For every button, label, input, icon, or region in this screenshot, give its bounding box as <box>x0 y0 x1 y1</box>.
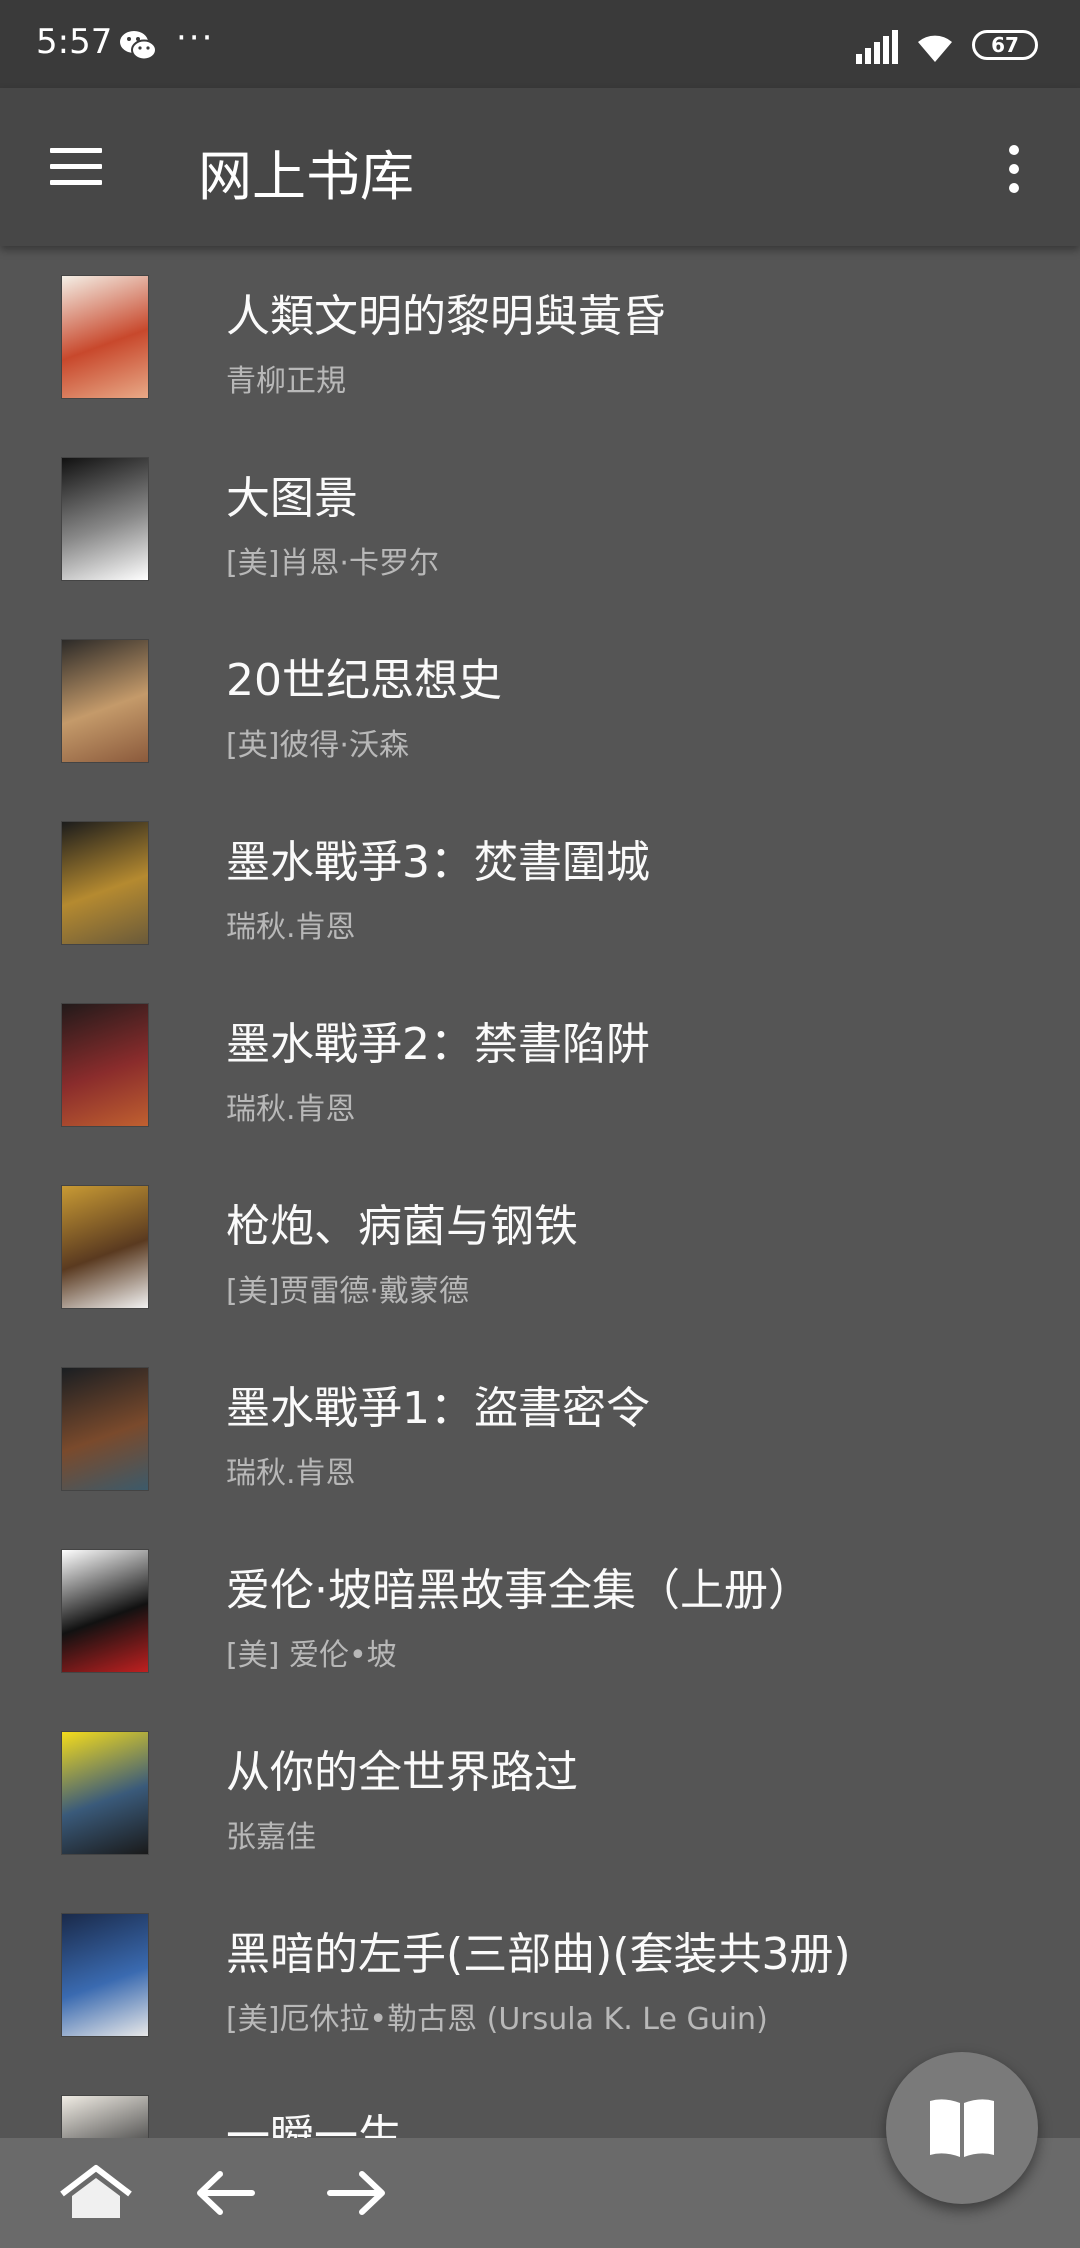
list-item[interactable]: 墨水戰爭1：盜書密令 瑞秋.肯恩 <box>0 1338 1080 1520</box>
list-item[interactable]: 大图景 [美]肖恩·卡罗尔 <box>0 428 1080 610</box>
battery-level: 67 <box>991 33 1019 57</box>
book-cover <box>62 1550 148 1672</box>
open-book-fab-button[interactable] <box>886 2052 1038 2204</box>
status-bar: 5:57 ··· 67 <box>0 0 1080 88</box>
book-title: 枪炮、病菌与钢铁 <box>226 1201 578 1252</box>
book-author: 瑞秋.肯恩 <box>226 1092 356 1127</box>
app-bar: 网上书库 <box>0 88 1080 246</box>
book-author: [英]彼得·沃森 <box>226 728 409 763</box>
book-cover <box>62 1004 148 1126</box>
book-cover <box>62 640 148 762</box>
back-arrow-icon[interactable] <box>186 2160 266 2226</box>
book-cover <box>62 1368 148 1490</box>
book-cover <box>62 458 148 580</box>
book-cover <box>62 822 148 944</box>
book-title: 从你的全世界路过 <box>226 1747 578 1798</box>
book-title: 墨水戰爭3：焚書圍城 <box>226 837 650 888</box>
book-cover <box>62 276 148 398</box>
book-author: 张嘉佳 <box>226 1820 316 1855</box>
list-item[interactable]: 枪炮、病菌与钢铁 [美]贾雷德·戴蒙德 <box>0 1156 1080 1338</box>
list-item[interactable]: 从你的全世界路过 张嘉佳 <box>0 1702 1080 1884</box>
book-title: 人類文明的黎明與黃昏 <box>226 291 666 342</box>
list-item[interactable]: 爱伦·坡暗黑故事全集（上册） [美] 爱伦•坡 <box>0 1520 1080 1702</box>
list-item[interactable]: 20世纪思想史 [英]彼得·沃森 <box>0 610 1080 792</box>
book-title: 20世纪思想史 <box>226 655 502 706</box>
status-time: 5:57 <box>36 22 113 62</box>
book-author: [美] 爱伦•坡 <box>226 1638 397 1673</box>
book-author: 瑞秋.肯恩 <box>226 1456 356 1491</box>
book-title: 爱伦·坡暗黑故事全集（上册） <box>226 1565 812 1616</box>
list-item[interactable]: 人類文明的黎明與黃昏 青柳正規 <box>0 246 1080 428</box>
book-title: 墨水戰爭2：禁書陷阱 <box>226 1019 650 1070</box>
book-author: 青柳正規 <box>226 364 346 399</box>
book-author: [美]贾雷德·戴蒙德 <box>226 1274 469 1309</box>
book-title: 黑暗的左手(三部曲)(套装共3册) <box>226 1929 851 1980</box>
book-cover <box>62 2096 148 2138</box>
more-vertical-icon[interactable] <box>996 140 1032 204</box>
status-more-dots: ··· <box>176 18 215 58</box>
page-title: 网上书库 <box>198 145 414 208</box>
open-book-icon <box>930 2099 994 2157</box>
list-item[interactable]: 黑暗的左手(三部曲)(套装共3册) [美]厄休拉•勒古恩 (Ursula K. … <box>0 1884 1080 2066</box>
book-cover <box>62 1732 148 1854</box>
battery-icon: 67 <box>972 30 1038 60</box>
home-icon[interactable] <box>56 2160 136 2226</box>
signal-icon <box>856 30 898 64</box>
book-title: 大图景 <box>226 473 358 524</box>
book-cover <box>62 1914 148 2036</box>
hamburger-menu-icon[interactable] <box>44 140 108 196</box>
list-item[interactable]: 墨水戰爭2：禁書陷阱 瑞秋.肯恩 <box>0 974 1080 1156</box>
book-title: 一瞬一生 <box>226 2111 402 2138</box>
forward-arrow-icon[interactable] <box>316 2160 396 2226</box>
book-author: [美]厄休拉•勒古恩 (Ursula K. Le Guin) <box>226 2002 768 2037</box>
book-list: 人類文明的黎明與黃昏 青柳正規 大图景 [美]肖恩·卡罗尔 20世纪思想史 [英… <box>0 246 1080 2138</box>
wechat-icon <box>120 31 157 61</box>
list-item[interactable]: 墨水戰爭3：焚書圍城 瑞秋.肯恩 <box>0 792 1080 974</box>
book-author: [美]肖恩·卡罗尔 <box>226 546 439 581</box>
book-cover <box>62 1186 148 1308</box>
wifi-icon <box>918 35 952 62</box>
book-author: 瑞秋.肯恩 <box>226 910 356 945</box>
book-title: 墨水戰爭1：盜書密令 <box>226 1383 650 1434</box>
